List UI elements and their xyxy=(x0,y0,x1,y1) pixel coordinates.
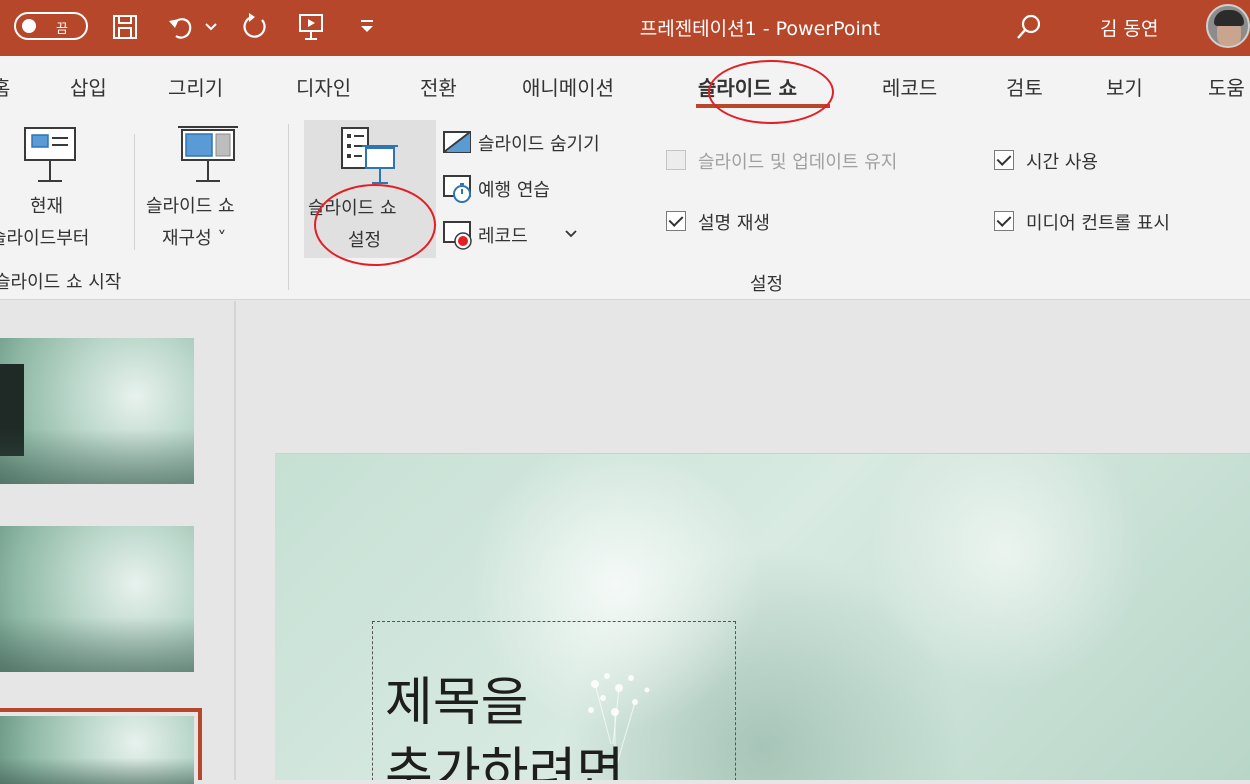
start-slide-show-group-label: 슬라이드 쇼 시작 xyxy=(0,272,122,293)
slide-thumbnail-3-selected[interactable] xyxy=(0,708,202,784)
rehearse-timings-icon xyxy=(443,175,471,203)
redo-icon[interactable] xyxy=(240,12,270,42)
customize-qat-icon[interactable] xyxy=(358,16,376,36)
tab-design[interactable]: 디자인 xyxy=(296,72,351,101)
autosave-toggle[interactable]: 끔 xyxy=(14,12,88,40)
show-media-controls-checkbox[interactable] xyxy=(994,211,1014,231)
from-current-label-line1: 현재 xyxy=(30,196,64,217)
show-media-controls-label[interactable]: 미디어 컨트롤 표시 xyxy=(1026,209,1170,235)
keep-slides-updated-label: 슬라이드 및 업데이트 유지 xyxy=(698,152,898,173)
annotation-circle-slide-show-tab xyxy=(708,60,834,124)
avatar-hair xyxy=(1214,10,1244,26)
tab-help[interactable]: 도움 xyxy=(1208,72,1245,101)
annotation-circle-set-up-button xyxy=(314,184,436,266)
custom-slide-show-icon xyxy=(178,126,238,182)
slide-canvas: 제목을 추가하려면 xyxy=(275,453,1250,780)
slide-thumbnail-2[interactable] xyxy=(0,526,194,672)
slide-title-line1: 제목을 xyxy=(385,673,529,733)
record-label: 레코드 xyxy=(478,226,528,247)
user-name[interactable]: 김 동연 xyxy=(1100,14,1158,41)
slide-thumbnail-1[interactable] xyxy=(0,338,194,484)
ribbon-separator xyxy=(134,134,135,250)
tab-review[interactable]: 검토 xyxy=(1006,72,1043,101)
play-narrations-checkbox[interactable] xyxy=(666,211,686,231)
record-icon xyxy=(443,221,472,250)
tab-view[interactable]: 보기 xyxy=(1106,72,1143,101)
slide-thumbnail-3-image xyxy=(0,716,194,784)
hide-slide-icon xyxy=(443,131,471,153)
undo-dropdown-chevron-icon[interactable] xyxy=(204,20,218,34)
ribbon-group-separator xyxy=(288,124,289,290)
title-placeholder[interactable]: 제목을 추가하려면 xyxy=(372,621,736,780)
present-from-beginning-icon[interactable] xyxy=(296,12,326,42)
set-up-slide-show-icon xyxy=(341,127,398,184)
use-timings-checkbox[interactable] xyxy=(994,150,1014,170)
custom-show-label-line2: 재구성 ˅ xyxy=(162,228,227,249)
keep-slides-updated-checkbox xyxy=(666,150,686,170)
from-current-slide-icon xyxy=(24,127,76,182)
save-icon[interactable] xyxy=(110,12,140,42)
thumbnail-panel-divider[interactable] xyxy=(234,301,236,780)
undo-icon[interactable] xyxy=(166,12,196,42)
tab-insert[interactable]: 삽입 xyxy=(70,72,107,101)
rehearse-timings-label: 예행 연습 xyxy=(478,180,550,201)
tab-animations[interactable]: 애니메이션 xyxy=(522,72,614,101)
document-title: 프레젠테이션1 - PowerPoint xyxy=(639,18,881,40)
search-icon[interactable] xyxy=(1014,12,1044,42)
play-narrations-label[interactable]: 설명 재생 xyxy=(698,209,770,235)
autosave-state-label: 끔 xyxy=(56,22,68,37)
tab-home[interactable]: 홈 xyxy=(0,72,10,101)
custom-show-label-line1: 슬라이드 쇼 xyxy=(146,196,235,217)
toggle-knob xyxy=(22,19,36,33)
setup-group-label: 설정 xyxy=(750,274,784,295)
tab-draw[interactable]: 그리기 xyxy=(168,72,223,101)
use-timings-label[interactable]: 시간 사용 xyxy=(1026,148,1098,174)
thumbnail-dark-block xyxy=(0,364,24,456)
tab-transitions[interactable]: 전환 xyxy=(420,72,457,101)
user-avatar[interactable] xyxy=(1206,4,1250,48)
hide-slide-label: 슬라이드 숨기기 xyxy=(478,134,600,155)
from-current-label-line2: 슬라이드부터 xyxy=(0,228,90,249)
record-chevron-down-icon xyxy=(565,230,577,238)
tab-record[interactable]: 레코드 xyxy=(882,72,937,101)
slide-title-line2: 추가하려면 xyxy=(385,743,625,780)
